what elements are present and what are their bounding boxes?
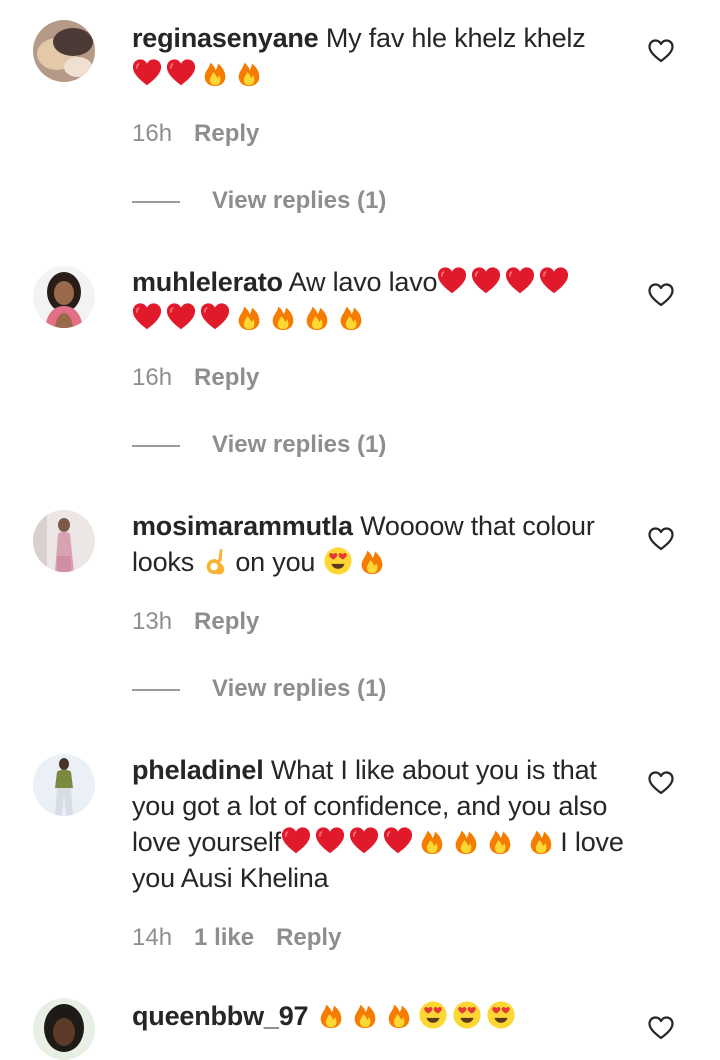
view-replies-label: View replies (1) — [212, 675, 387, 702]
red-heart-icon — [200, 302, 230, 332]
like-comment-icon[interactable] — [648, 1016, 674, 1040]
comment-meta: 16h Reply — [132, 120, 281, 148]
comment-username[interactable]: pheladinel — [132, 755, 264, 785]
red-heart-icon — [166, 58, 196, 88]
comment-time: 16h — [132, 364, 173, 391]
comment-text: pheladinel What I like about you is that… — [132, 752, 627, 896]
like-comment-icon[interactable] — [648, 527, 674, 551]
view-replies-button[interactable]: View replies (1) — [132, 431, 386, 459]
divider — [132, 688, 180, 691]
red-heart-icon — [349, 826, 379, 856]
fire-icon — [234, 58, 264, 88]
red-heart-icon — [132, 58, 162, 88]
fire-icon — [302, 302, 332, 332]
fire-icon — [417, 826, 447, 856]
comment-text: muhlelerato Aw lavo lavo — [132, 264, 627, 336]
comment-text: queenbbw_97 — [132, 998, 627, 1034]
heart-eyes-icon — [418, 1000, 448, 1030]
comment-username[interactable]: muhlelerato — [132, 267, 283, 297]
like-comment-icon[interactable] — [648, 283, 674, 307]
red-heart-icon — [166, 302, 196, 332]
like-comment-icon[interactable] — [648, 771, 674, 795]
fire-icon — [350, 1000, 380, 1030]
likes-count[interactable]: 1 like — [194, 924, 254, 951]
fire-icon — [316, 1000, 346, 1030]
reply-button[interactable]: Reply — [276, 924, 341, 951]
red-heart-icon — [383, 826, 413, 856]
comment-text: reginasenyane My fav hle khelz khelz — [132, 20, 627, 92]
comments-list: reginasenyane My fav hle khelz khelz 16h… — [0, 0, 720, 1060]
view-replies-button[interactable]: View replies (1) — [132, 187, 386, 215]
reply-button[interactable]: Reply — [194, 608, 259, 635]
comment-time: 13h — [132, 608, 173, 635]
avatar[interactable] — [33, 510, 95, 572]
comment-body: My fav hle khelz khelz — [325, 23, 586, 53]
red-heart-icon — [539, 266, 569, 296]
avatar[interactable] — [33, 754, 95, 816]
ok-hand-icon — [201, 546, 231, 576]
comment-body — [316, 1001, 520, 1031]
red-heart-icon — [471, 266, 501, 296]
comment-time: 14h — [132, 924, 173, 951]
red-heart-icon — [437, 266, 467, 296]
divider — [132, 444, 180, 447]
reply-button[interactable]: Reply — [194, 120, 259, 147]
fire-icon — [526, 826, 556, 856]
fire-icon — [485, 826, 515, 856]
fire-icon — [336, 302, 366, 332]
comment-text: mosimarammutla Woooow that colour looks … — [132, 508, 627, 580]
comment-meta: 16h Reply — [132, 364, 281, 392]
comment-emoji-line — [132, 300, 627, 336]
fire-icon — [357, 546, 387, 576]
view-replies-button[interactable]: View replies (1) — [132, 675, 386, 703]
avatar[interactable] — [33, 266, 95, 328]
heart-eyes-icon — [486, 1000, 516, 1030]
reply-button[interactable]: Reply — [194, 364, 259, 391]
comment-meta: 13h Reply — [132, 608, 281, 636]
heart-eyes-icon — [323, 546, 353, 576]
red-heart-icon — [281, 826, 311, 856]
comment-body: Aw lavo lavo — [289, 267, 574, 297]
fire-icon — [234, 302, 264, 332]
red-heart-icon — [132, 302, 162, 332]
like-comment-icon[interactable] — [648, 39, 674, 63]
comment-time: 16h — [132, 120, 173, 147]
fire-icon — [384, 1000, 414, 1030]
comment-username[interactable]: queenbbw_97 — [132, 1001, 309, 1031]
view-replies-label: View replies (1) — [212, 431, 387, 458]
comment-username[interactable]: mosimarammutla — [132, 511, 353, 541]
red-heart-icon — [315, 826, 345, 856]
comment-username[interactable]: reginasenyane — [132, 23, 319, 53]
fire-icon — [200, 58, 230, 88]
comment-meta: 14h 1 like Reply — [132, 924, 363, 952]
red-heart-icon — [505, 266, 535, 296]
avatar[interactable] — [33, 20, 95, 82]
fire-icon — [268, 302, 298, 332]
divider — [132, 200, 180, 203]
comment-emoji-line — [132, 56, 627, 92]
comment-body-text: Aw lavo lavo — [288, 267, 438, 297]
avatar[interactable] — [33, 998, 95, 1060]
heart-eyes-icon — [452, 1000, 482, 1030]
view-replies-label: View replies (1) — [212, 187, 387, 214]
fire-icon — [451, 826, 481, 856]
